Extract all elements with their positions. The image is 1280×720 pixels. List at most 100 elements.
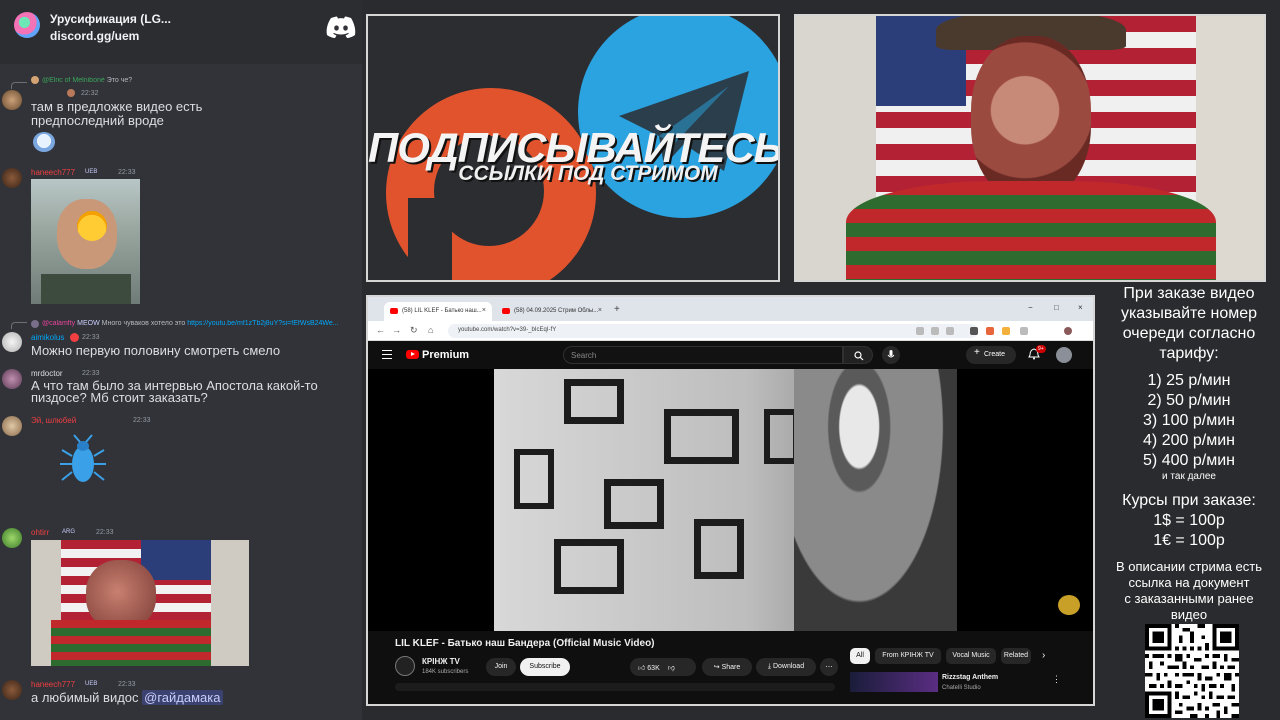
username-badge-icon — [67, 89, 75, 97]
voice-search-button[interactable] — [882, 346, 900, 364]
back-icon[interactable]: ← — [376, 325, 385, 335]
chip-from-channel[interactable]: From КРІНЖ TV — [875, 648, 941, 664]
message-timestamp: 22:32 — [81, 90, 99, 97]
reply-username: @calamfty — [42, 320, 76, 327]
message-text: а любимый видос — [31, 690, 139, 705]
search-button[interactable] — [843, 346, 873, 364]
share-button[interactable]: ↪ Share — [702, 658, 752, 676]
info-intro-line: очереди согласно — [1122, 325, 1256, 342]
more-actions-icon[interactable]: ⋯ — [820, 658, 838, 676]
chat-message: Эй, шлюбей 22:33 — [0, 412, 362, 492]
info-outro-line: В описании стрима есть — [1115, 559, 1263, 574]
chip-vocal-music[interactable]: Vocal Music — [946, 648, 996, 664]
description-box[interactable] — [395, 683, 835, 691]
extension-icon[interactable] — [916, 327, 924, 335]
reply-preview[interactable]: @Elric of Melniboné Это че? — [42, 77, 192, 84]
server-invite-link[interactable]: discord.gg/uem — [50, 29, 139, 43]
message-username[interactable]: ohtirr — [31, 528, 49, 537]
channel-name[interactable]: КРІНЖ TV — [422, 657, 460, 666]
status-badge-icon — [70, 333, 79, 342]
tariff-etc: и так далее — [1162, 471, 1216, 482]
message-username[interactable]: aimikolus — [31, 333, 64, 342]
channel-avatar[interactable] — [395, 656, 415, 676]
reply-preview[interactable]: @calamfty MEOW Много чуваков хотело это … — [42, 320, 360, 327]
message-username[interactable]: haneech777 — [31, 168, 75, 177]
picture-frame — [554, 539, 624, 594]
extension-icon[interactable] — [1002, 327, 1010, 335]
youtube-logo-icon[interactable] — [406, 350, 419, 359]
download-button[interactable]: ⤓ Download — [756, 658, 816, 676]
like-button[interactable]: 👍︎ 63K 👎︎ — [630, 658, 696, 676]
extension-icon[interactable] — [986, 327, 994, 335]
new-tab-icon[interactable]: + — [614, 304, 620, 315]
message-username[interactable]: haneech777 — [31, 680, 75, 689]
reply-link[interactable]: https://youtu.be/mf1zTb2j8uY?si=fEfWsB24… — [187, 320, 338, 327]
bookmark-star-icon[interactable] — [946, 327, 954, 335]
close-window-icon[interactable]: × — [1078, 303, 1083, 312]
thumbs-down-icon[interactable]: 👎︎ — [668, 665, 675, 672]
extension-icon[interactable] — [931, 327, 939, 335]
cockroach-sticker-icon — [60, 434, 106, 482]
download-icon: ⤓ — [767, 663, 771, 670]
video-frame — [494, 369, 957, 631]
browser-tab[interactable]: (58) 04.09.2025 Стрим Облы... × — [496, 302, 608, 321]
qr-code[interactable] — [1145, 624, 1239, 718]
reply-tag: MEOW — [77, 320, 100, 327]
video-player[interactable] — [368, 369, 1093, 631]
profile-icon[interactable] — [1064, 327, 1072, 335]
discord-chat-panel: Урусификация (LG... discord.gg/uem @Elri… — [0, 0, 362, 720]
minimize-icon[interactable]: − — [1028, 303, 1033, 312]
extension-icon[interactable] — [1020, 327, 1028, 335]
user-avatar[interactable] — [2, 416, 22, 436]
tab-close-icon[interactable]: × — [598, 307, 602, 314]
hamburger-menu-icon[interactable] — [382, 350, 392, 362]
forward-icon[interactable]: → — [392, 325, 401, 335]
discord-logo-icon — [326, 16, 356, 38]
discord-server-header: Урусификация (LG... discord.gg/uem — [0, 0, 362, 64]
picture-frame — [694, 519, 744, 579]
recommended-video-thumbnail[interactable] — [850, 672, 938, 692]
user-tag-badge: UEB — [85, 169, 98, 175]
subscribe-button[interactable]: Subscribe — [520, 658, 570, 676]
home-icon[interactable]: ⌂ — [428, 325, 433, 335]
tab-close-icon[interactable]: × — [482, 307, 486, 314]
notifications-badge: 9+ — [1036, 345, 1046, 353]
extension-icon[interactable] — [970, 327, 978, 335]
search-input[interactable] — [563, 346, 843, 364]
message-image-attachment[interactable] — [31, 179, 140, 304]
striped-sweater — [846, 181, 1216, 280]
more-vert-icon[interactable]: ⋮ — [1052, 674, 1061, 685]
user-avatar[interactable] — [2, 332, 22, 352]
message-username[interactable]: Эй, шлюбей — [31, 416, 76, 425]
recommended-video-title[interactable]: Rizzstag Anthem — [942, 674, 998, 681]
browser-tab-active[interactable]: (58) LIL KLEF - Батько наш... × — [384, 302, 492, 321]
search-icon — [854, 351, 864, 361]
account-avatar[interactable] — [1056, 347, 1072, 363]
reply-connector — [11, 82, 27, 89]
user-avatar[interactable] — [2, 680, 22, 700]
maximize-icon[interactable]: □ — [1054, 303, 1059, 312]
youtube-brand[interactable]: Premium — [422, 349, 469, 361]
chip-all[interactable]: All — [850, 648, 870, 664]
picture-frame — [564, 379, 624, 424]
info-outro-line: с заказанными ранее — [1124, 591, 1254, 606]
chevron-right-icon[interactable]: › — [1042, 650, 1045, 661]
tariff-line: 1) 25 р/мин — [1147, 372, 1231, 389]
chip-related[interactable]: Related — [1001, 648, 1031, 664]
user-mention[interactable]: @гайдамака — [142, 690, 223, 705]
tariff-line: 2) 50 р/мин — [1147, 392, 1231, 409]
join-button[interactable]: Join — [486, 658, 516, 676]
user-avatar[interactable] — [2, 369, 22, 389]
picture-frame — [604, 479, 664, 529]
user-avatar[interactable] — [2, 168, 22, 188]
youtube-masthead: Premium Search Create + 9+ — [368, 341, 1093, 369]
user-avatar[interactable] — [2, 528, 22, 548]
shirt-blob — [41, 274, 131, 304]
rates-title: Курсы при заказе: — [1122, 492, 1256, 509]
reload-icon[interactable]: ↻ — [410, 325, 418, 336]
message-image-attachment[interactable] — [31, 540, 249, 666]
stream-layout: Урусификация (LG... discord.gg/uem @Elri… — [0, 0, 1280, 720]
message-username[interactable]: mrdoctor — [31, 369, 63, 378]
user-avatar[interactable] — [2, 90, 22, 110]
zombie-face — [971, 36, 1091, 201]
